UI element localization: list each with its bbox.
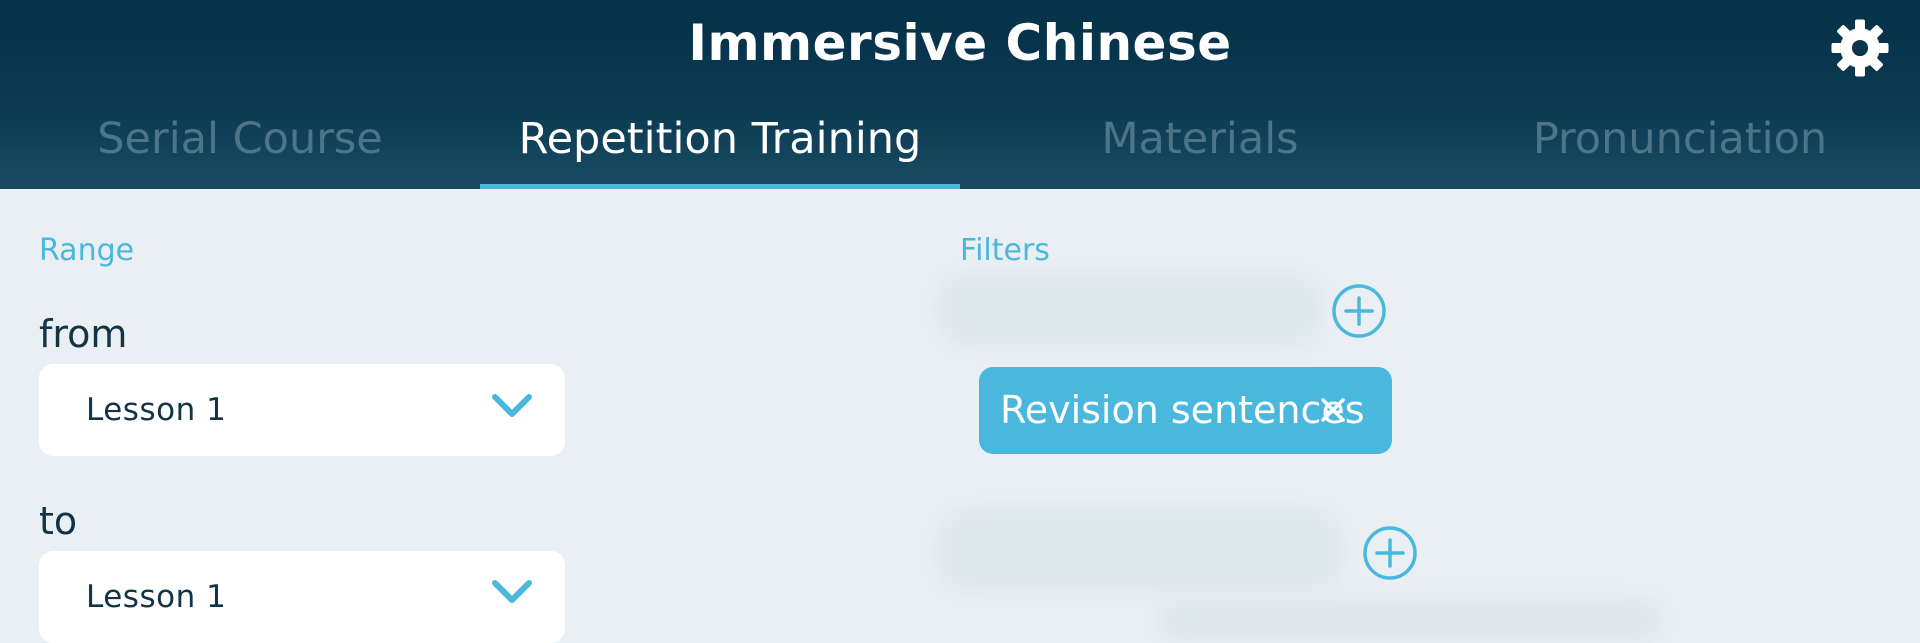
range-heading: Range: [39, 233, 135, 268]
filters-heading: Filters: [960, 233, 1050, 268]
tab-materials[interactable]: Materials: [960, 98, 1440, 189]
filter-group-blurred: [940, 275, 1320, 345]
add-filter-icon[interactable]: [1361, 524, 1419, 582]
settings-button[interactable]: [1822, 10, 1898, 86]
from-label: from: [39, 312, 128, 356]
from-select-value: Lesson 1: [86, 392, 227, 428]
chevron-down-icon[interactable]: [492, 578, 532, 606]
filter-chip[interactable]: Revision sentences: [979, 367, 1392, 454]
app-title: Immersive Chinese: [688, 14, 1232, 72]
gear-icon: [1831, 19, 1889, 77]
chevron-down-icon[interactable]: [492, 392, 532, 420]
filter-group-blurred: [1160, 600, 1660, 640]
from-select[interactable]: Lesson 1: [39, 364, 565, 456]
add-filter-icon[interactable]: [1330, 282, 1388, 340]
tab-pronunciation[interactable]: Pronunciation: [1440, 98, 1920, 189]
to-label: to: [39, 499, 78, 543]
close-icon[interactable]: [1316, 393, 1350, 427]
filter-chip-label: Revision sentences: [1000, 388, 1365, 432]
tab-bar: Serial Course Repetition Training Materi…: [0, 98, 1920, 189]
tab-serial-course[interactable]: Serial Course: [0, 98, 480, 189]
filter-group-blurred: [940, 510, 1340, 590]
app-header: Immersive Chinese Serial Course Repetiti…: [0, 0, 1920, 189]
to-select-value: Lesson 1: [86, 579, 227, 615]
to-select[interactable]: Lesson 1: [39, 551, 565, 643]
tab-repetition-training[interactable]: Repetition Training: [480, 98, 960, 189]
